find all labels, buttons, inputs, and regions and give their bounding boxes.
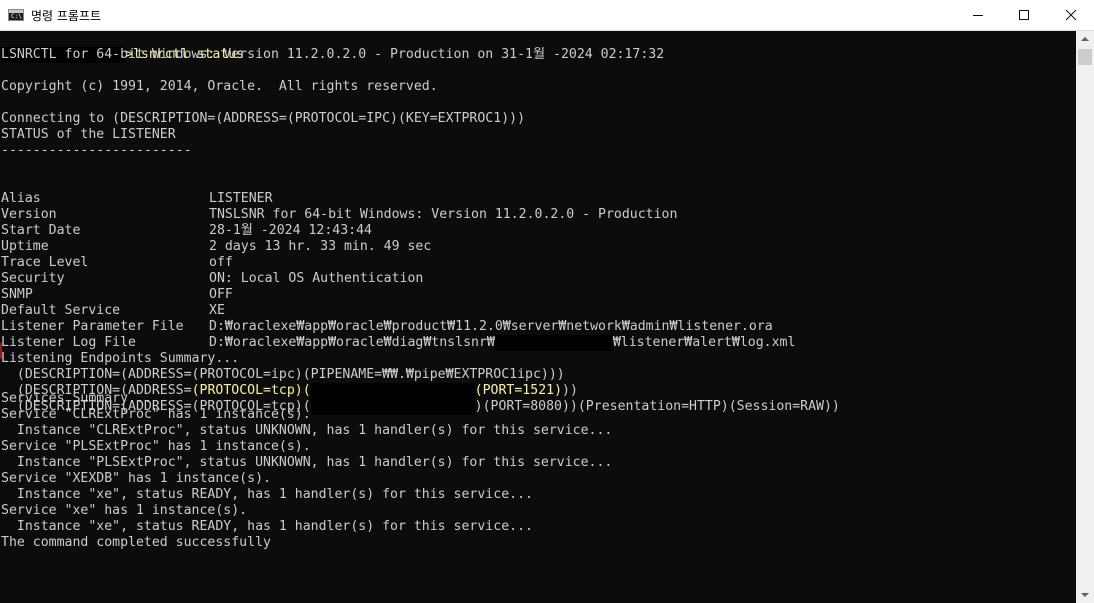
console-output[interactable]: >lsnrctl status LSNRCTL for 64-bit Windo…	[0, 31, 1076, 603]
status-value: off	[209, 255, 233, 270]
status-row: Trace Level off	[1, 255, 233, 271]
status-row: Default Service XE	[1, 303, 225, 319]
redacted-hostname	[494, 335, 613, 351]
service-line: Instance "PLSExtProc", status UNKNOWN, h…	[1, 455, 613, 470]
vertical-scrollbar[interactable]	[1076, 31, 1094, 603]
service-line: Service "xe" has 1 instance(s).	[1, 503, 248, 518]
status-label: Uptime	[1, 239, 49, 254]
maximize-button[interactable]	[1001, 0, 1047, 30]
minimize-button[interactable]	[955, 0, 1001, 30]
service-line: Instance "CLRExtProc", status UNKNOWN, h…	[1, 423, 613, 438]
service-line: The command completed successfully	[1, 535, 271, 550]
endpoints-header: Listening Endpoints Summary...	[1, 351, 240, 366]
endpoint-ipc: (DESCRIPTION=(ADDRESS=(PROTOCOL=ipc)(PIP…	[1, 367, 565, 382]
log-file-line: Listener Log File D:₩oraclexe₩app₩oracle₩…	[1, 335, 795, 351]
log-file-prefix: D:₩oraclexe₩app₩oracle₩diag₩tnslsnr₩	[209, 335, 495, 350]
title-bar[interactable]: C:\ 명령 프롬프트	[0, 0, 1094, 31]
status-label: Default Service	[1, 303, 121, 318]
status-label: Start Date	[1, 223, 81, 238]
scroll-up-arrow-icon[interactable]	[1076, 31, 1094, 47]
output-line: STATUS of the LISTENER	[1, 127, 176, 142]
service-line: Service "PLSExtProc" has 1 instance(s).	[1, 439, 311, 454]
status-row: Start Date 28-1월 -2024 12:43:44	[1, 223, 372, 239]
status-row: Listener Parameter File D:₩oraclexe₩app₩o…	[1, 319, 773, 335]
maximize-icon	[1019, 10, 1029, 20]
endpoint-open: (	[302, 383, 311, 398]
redacted-host	[310, 383, 475, 399]
status-value: XE	[209, 303, 225, 318]
endpoint-suffix: )(PORT=8080))(Presentation=HTTP)(Session…	[474, 399, 840, 414]
status-label: Version	[1, 207, 57, 222]
status-label: Trace Level	[1, 255, 89, 270]
status-value: TNSLSNR for 64-bit Windows: Version 11.2…	[209, 207, 678, 222]
output-line: Connecting to (DESCRIPTION=(ADDRESS=(PRO…	[1, 111, 526, 126]
cmd-icon: C:\	[8, 9, 24, 21]
status-value: ON: Local OS Authentication	[209, 271, 424, 286]
window-title: 명령 프롬프트	[31, 9, 102, 23]
cmd-icon-text: C:\	[11, 13, 22, 20]
service-line: Instance "xe", status READY, has 1 handl…	[1, 519, 533, 534]
status-value: LISTENER	[209, 191, 273, 206]
status-label: Security	[1, 271, 65, 286]
endpoint-suffix: ))	[562, 383, 578, 398]
status-row: Uptime 2 days 13 hr. 33 min. 49 sec	[1, 239, 431, 255]
status-row: Security ON: Local OS Authentication	[1, 271, 423, 287]
scrollbar-thumb[interactable]	[1078, 49, 1092, 65]
output-line: ------------------------	[1, 143, 192, 158]
service-line: Instance "xe", status READY, has 1 handl…	[1, 487, 533, 502]
status-label: Listener Log File	[1, 335, 136, 350]
status-value: D:₩oraclexe₩app₩oracle₩product₩11.2.0₩se…	[209, 319, 773, 334]
scroll-down-arrow-icon[interactable]	[1076, 587, 1094, 603]
output-line: Copyright (c) 1991, 2014, Oracle. All ri…	[1, 79, 438, 94]
redacted-host	[310, 399, 475, 415]
status-row: SNMP OFF	[1, 287, 233, 303]
close-button[interactable]	[1048, 0, 1094, 30]
service-line: Service "XEXDB" has 1 instance(s).	[1, 471, 271, 486]
endpoint-port: (PORT=1521)	[474, 383, 563, 398]
selection-marker	[0, 343, 2, 359]
close-icon	[1065, 9, 1077, 21]
status-value: OFF	[209, 287, 233, 302]
log-file-suffix: ₩listener₩alert₩log.xml	[612, 335, 796, 350]
service-line: Services Summary...	[1, 391, 152, 406]
status-value: 2 days 13 hr. 33 min. 49 sec	[209, 239, 432, 254]
status-value: 28-1월 -2024 12:43:44	[209, 223, 372, 238]
status-label: Alias	[1, 191, 41, 206]
status-row: Alias LISTENER	[1, 191, 273, 207]
output-line: LSNRCTL for 64-bit Windows: Version 11.2…	[1, 47, 665, 62]
endpoint-protocol: (PROTOCOL=tcp)	[191, 383, 303, 398]
minimize-icon	[973, 15, 983, 16]
status-label: Listener Parameter File	[1, 319, 184, 334]
status-row: Version TNSLSNR for 64-bit Windows: Versi…	[1, 207, 677, 223]
service-line: Service "CLRExtProc" has 1 instance(s).	[1, 407, 311, 422]
status-label: SNMP	[1, 287, 33, 302]
